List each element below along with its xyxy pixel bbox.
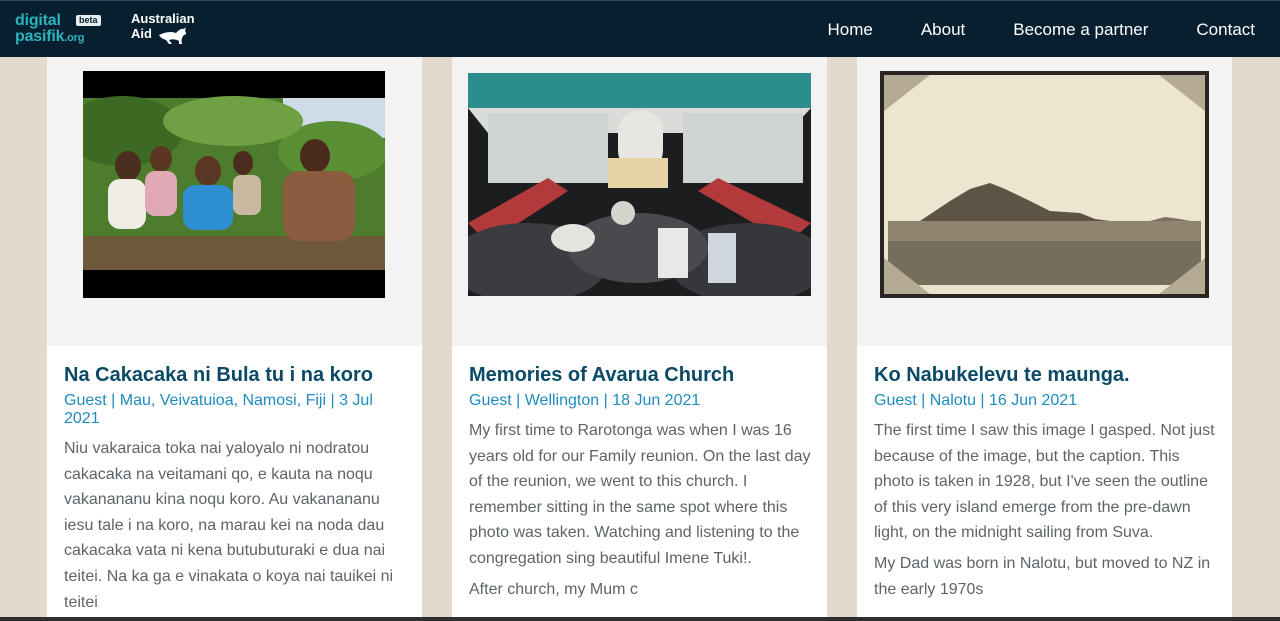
nav-become-partner[interactable]: Become a partner: [1013, 20, 1148, 40]
story-image[interactable]: [880, 71, 1209, 298]
story-excerpt: The first time I saw this image I gasped…: [874, 418, 1219, 602]
excerpt-paragraph: My Dad was born in Nalotu, but moved to …: [874, 554, 1211, 598]
nav-home[interactable]: Home: [827, 20, 872, 40]
partner-line1: Australian: [131, 11, 195, 26]
excerpt-paragraph: Niu vakaraica toka nai yaloyalo ni nodra…: [64, 440, 394, 611]
story-image[interactable]: [468, 73, 811, 296]
window-bottom-edge: [0, 617, 1280, 621]
story-meta: Guest | Wellington | 18 Jun 2021: [469, 392, 701, 409]
kangaroo-icon: [159, 27, 187, 44]
partner-line2: Aid: [131, 26, 152, 41]
main-nav: Home About Become a partner Contact: [779, 1, 1255, 58]
beta-badge: beta: [76, 15, 101, 26]
excerpt-paragraph: After church, my Mum c: [469, 580, 638, 598]
site-header: digital beta pasifik.org Australian Aid …: [0, 0, 1280, 57]
story-image-frame: [47, 57, 422, 346]
australian-aid-logo: Australian Aid: [131, 12, 206, 48]
story-title[interactable]: Memories of Avarua Church: [469, 362, 814, 388]
story-title[interactable]: Ko Nabukelevu te maunga.: [874, 362, 1219, 388]
story-card[interactable]: Memories of Avarua Church Guest | Wellin…: [452, 57, 827, 621]
story-image-frame: [452, 57, 827, 346]
digital-pasifik-logo[interactable]: digital beta pasifik.org: [15, 12, 103, 48]
story-meta: Guest | Nalotu | 16 Jun 2021: [874, 392, 1078, 409]
story-title[interactable]: Na Cakacaka ni Bula tu i na koro: [64, 362, 409, 388]
nav-contact[interactable]: Contact: [1196, 20, 1255, 40]
story-excerpt: Niu vakaraica toka nai yaloyalo ni nodra…: [64, 436, 409, 615]
story-excerpt: My first time to Rarotonga was when I wa…: [469, 418, 814, 602]
logo-line2: pasifik.org: [15, 28, 85, 45]
story-meta: Guest | Mau, Veivatuioa, Namosi, Fiji | …: [64, 392, 373, 427]
story-body: Ko Nabukelevu te maunga. Guest | Nalotu …: [874, 346, 1219, 602]
story-card[interactable]: Na Cakacaka ni Bula tu i na koro Guest |…: [47, 57, 422, 621]
excerpt-paragraph: The first time I saw this image I gasped…: [874, 422, 1215, 542]
story-card[interactable]: Ko Nabukelevu te maunga. Guest | Nalotu …: [857, 57, 1232, 621]
story-body: Memories of Avarua Church Guest | Wellin…: [469, 346, 814, 602]
story-image[interactable]: [83, 71, 385, 298]
excerpt-paragraph: My first time to Rarotonga was when I wa…: [469, 422, 811, 567]
story-body: Na Cakacaka ni Bula tu i na koro Guest |…: [64, 346, 409, 615]
nav-about[interactable]: About: [921, 20, 965, 40]
logo-line1: digital: [15, 12, 61, 29]
story-image-frame: [857, 57, 1232, 346]
